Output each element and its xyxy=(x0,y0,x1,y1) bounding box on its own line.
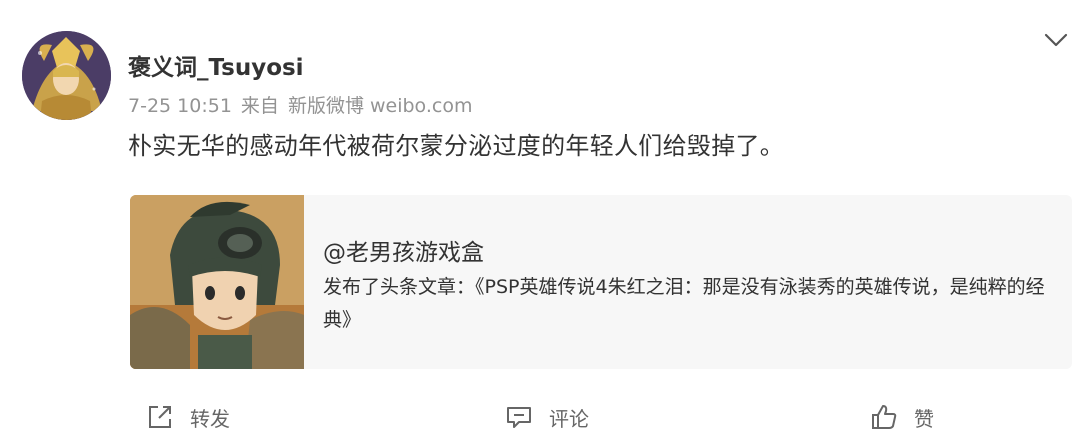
avatar[interactable] xyxy=(22,31,111,120)
like-button[interactable]: 赞 xyxy=(870,402,934,432)
source-link[interactable]: 新版微博 weibo.com xyxy=(288,95,473,117)
source-prefix: 来自 xyxy=(240,95,279,117)
thumbs-up-icon xyxy=(872,405,897,429)
repost-button[interactable]: 转发 xyxy=(146,402,230,432)
share-icon xyxy=(149,406,171,428)
post-meta: 7-25 10:51 来自 新版微博 weibo.com xyxy=(128,91,481,118)
weibo-post: 褒义词_Tsuyosi 7-25 10:51 来自 新版微博 weibo.com 朴… xyxy=(0,0,1080,435)
repost-label: 转发 xyxy=(190,406,230,431)
timestamp[interactable]: 7-25 10:51 xyxy=(128,95,232,117)
card-thumbnail xyxy=(130,195,304,369)
repost-card[interactable]: @老男孩游戏盒 发布了头条文章：《PSP英雄传说4朱红之泪：那是没有泳装秀的英雄… xyxy=(130,195,1072,369)
avatar-image xyxy=(22,31,111,120)
like-label: 赞 xyxy=(914,406,934,431)
comment-label: 评论 xyxy=(549,406,589,431)
author-name[interactable]: 褒义词_Tsuyosi xyxy=(128,48,304,82)
chevron-down-icon[interactable] xyxy=(1043,28,1069,52)
card-author[interactable]: @老男孩游戏盒 xyxy=(323,233,484,267)
comment-icon xyxy=(507,407,531,428)
comment-button[interactable]: 评论 xyxy=(505,402,589,432)
card-description: 发布了头条文章：《PSP英雄传说4朱红之泪：那是没有泳装秀的英雄传说，是纯粹的经… xyxy=(323,276,1045,331)
post-text: 朴实无华的感动年代被荷尔蒙分泌过度的年轻人们给毁掉了。 xyxy=(128,132,785,160)
